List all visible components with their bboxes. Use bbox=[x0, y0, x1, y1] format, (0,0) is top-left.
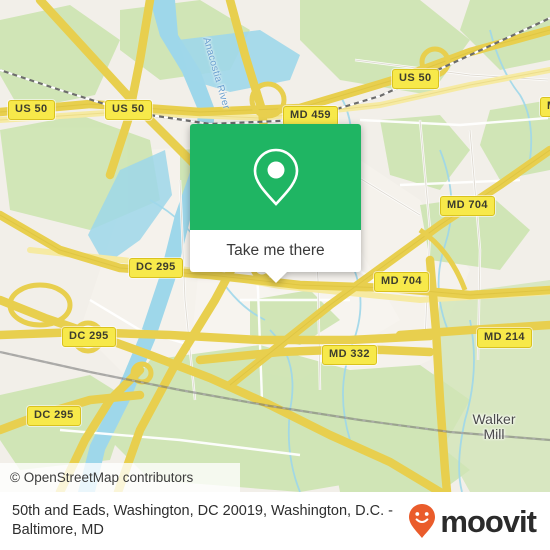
map-pin-icon bbox=[253, 148, 298, 206]
footer-bar: 50th and Eads, Washington, DC 20019, Was… bbox=[0, 492, 550, 550]
take-me-there-button[interactable]: Take me there bbox=[190, 230, 361, 272]
road-shield-edge-clipped[interactable]: M bbox=[540, 97, 550, 117]
moovit-smiley-pin-icon bbox=[409, 504, 436, 538]
location-popup[interactable]: Take me there bbox=[190, 124, 361, 283]
road-shield-md332[interactable]: MD 332 bbox=[322, 345, 377, 365]
road-shield-dc295-mid[interactable]: DC 295 bbox=[62, 327, 116, 347]
road-shield-dc295-lower[interactable]: DC 295 bbox=[27, 406, 81, 426]
place-label-walker-mill: Walker Mill bbox=[449, 412, 539, 442]
road-shield-dc295-upper[interactable]: DC 295 bbox=[129, 258, 183, 278]
road-shield-us50-right[interactable]: US 50 bbox=[392, 69, 439, 89]
moovit-brand[interactable]: moovit bbox=[408, 503, 537, 539]
moovit-wordmark: moovit bbox=[440, 503, 537, 539]
take-me-there-label: Take me there bbox=[226, 242, 325, 259]
road-shield-md704-upper[interactable]: MD 704 bbox=[440, 196, 495, 216]
place-label-line1: Walker bbox=[472, 411, 516, 427]
road-shield-md704-lower[interactable]: MD 704 bbox=[374, 272, 429, 292]
popup-image-area bbox=[190, 124, 361, 230]
road-shield-md214[interactable]: MD 214 bbox=[477, 328, 532, 348]
popup-tail bbox=[264, 272, 287, 283]
location-title: 50th and Eads, Washington, DC 20019, Was… bbox=[12, 503, 393, 538]
road-shield-md459[interactable]: MD 459 bbox=[283, 106, 338, 126]
map-attribution: © OpenStreetMap contributors bbox=[0, 463, 240, 492]
screenshot-root: US 50 US 50 US 50 MD 459 MD 704 MD 704 D… bbox=[0, 0, 550, 550]
road-shield-us50-mid[interactable]: US 50 bbox=[105, 100, 152, 120]
place-label-line2: Mill bbox=[483, 426, 505, 442]
attribution-text: © OpenStreetMap contributors bbox=[10, 470, 194, 485]
map-canvas[interactable]: US 50 US 50 US 50 MD 459 MD 704 MD 704 D… bbox=[0, 0, 550, 492]
road-shield-us50-left[interactable]: US 50 bbox=[8, 100, 55, 120]
